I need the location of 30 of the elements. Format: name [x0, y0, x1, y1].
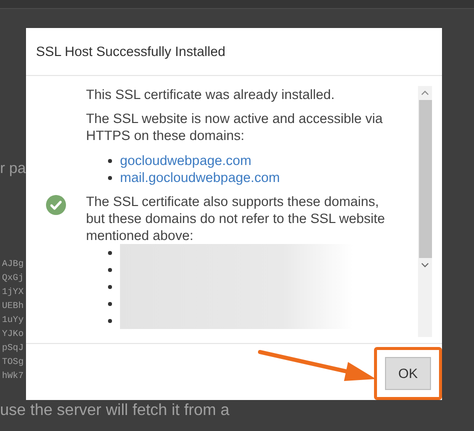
bullet-icon — [108, 176, 112, 180]
bullet-icon — [108, 268, 112, 272]
code-line: 1uYy — [2, 314, 24, 327]
ok-button[interactable]: OK — [385, 357, 431, 390]
code-line: pSqJ — [2, 342, 24, 355]
message-text: The SSL website is now active and accessible via HTTPS on these domains: — [86, 110, 384, 144]
bullet-icon — [108, 285, 112, 289]
code-line: QxGj — [2, 272, 24, 285]
code-line: 1jYX — [2, 286, 24, 299]
bullet-icon — [108, 302, 112, 306]
domain-link[interactable]: gocloudwebpage.com — [120, 152, 252, 169]
message-text: The SSL certificate also supports these domains, but these domains do not refer to the SSL website mentioned above: — [86, 193, 386, 244]
scrollbar[interactable] — [418, 86, 432, 337]
scroll-up-icon[interactable] — [421, 90, 429, 96]
scrollbar-thumb[interactable] — [418, 100, 432, 258]
code-line: YJKo — [2, 328, 24, 341]
background-text: use the server will fetch it from a — [0, 402, 230, 420]
scroll-down-icon[interactable] — [421, 262, 429, 268]
code-line: AJBg — [2, 258, 24, 271]
bullet-icon — [108, 251, 112, 255]
bullet-icon — [108, 319, 112, 323]
bullet-icon — [108, 158, 112, 162]
code-line: TOSg — [2, 356, 24, 369]
checkmark-icon — [46, 195, 66, 215]
code-line: UEBh — [2, 300, 24, 313]
message-text: This SSL certificate was already installed. — [86, 86, 336, 103]
dialog-title: SSL Host Successfully Installed — [36, 44, 226, 59]
background-text: r pa — [0, 160, 26, 177]
domain-link[interactable]: mail.gocloudwebpage.com — [120, 169, 280, 186]
code-line: hWk7 — [2, 370, 24, 383]
